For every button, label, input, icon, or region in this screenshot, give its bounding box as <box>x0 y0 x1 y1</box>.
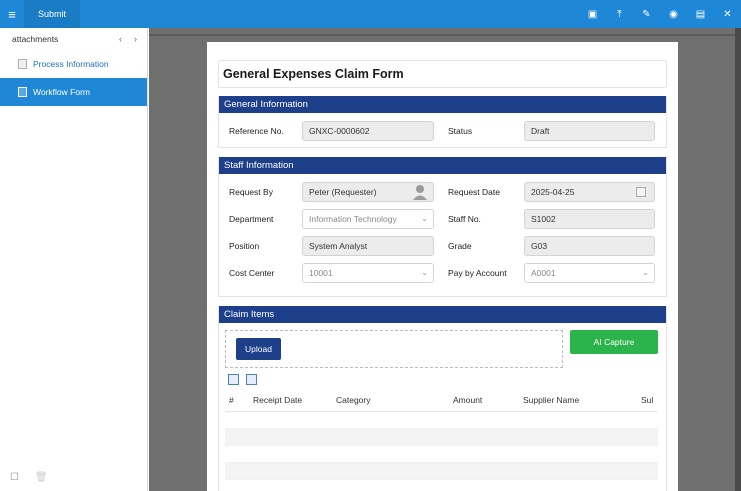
column-header: Supplier Name <box>523 394 580 405</box>
person-icon[interactable] <box>413 184 427 200</box>
document-viewer: General Expenses Claim Form General Info… <box>149 28 741 491</box>
form-title: General Expenses Claim Form <box>223 67 404 81</box>
section-heading: General Information <box>219 96 666 113</box>
column-header: Receipt Date <box>253 394 303 405</box>
sidebar-title: attachments <box>12 34 59 44</box>
form-page: General Expenses Claim Form General Info… <box>207 42 678 491</box>
pay-by-account-value: A0001 <box>531 268 556 278</box>
viewer-scrollbar[interactable] <box>735 28 741 491</box>
position-field: System Analyst <box>302 236 434 256</box>
column-header: Category <box>336 394 371 405</box>
request-date-value: 2025-04-25 <box>531 187 575 197</box>
maximize-icon[interactable]: ▣ <box>579 0 606 28</box>
status-row: Status <box>448 121 472 141</box>
submit-button[interactable]: Submit <box>24 0 81 28</box>
sidebar-item-process-information[interactable]: Process Information <box>0 50 147 78</box>
column-header: Sul <box>641 394 654 405</box>
close-icon[interactable]: ✕ <box>714 0 741 28</box>
staff-no-field: S1002 <box>524 209 655 229</box>
status-label: Status <box>448 126 473 136</box>
table-row[interactable] <box>225 446 658 463</box>
chevron-left-icon[interactable]: ‹ <box>119 34 122 44</box>
table-tools <box>228 374 257 385</box>
grade-field: G03 <box>524 236 655 256</box>
chevron-down-icon: ⌄ <box>421 268 428 277</box>
sidebar: attachments ‹ › Process Information Work… <box>0 28 148 491</box>
pay-by-account-label: Pay by Account <box>448 268 507 278</box>
request-date-field[interactable]: 2025-04-25 <box>524 182 655 202</box>
import-icon[interactable] <box>228 374 239 385</box>
reference-label: Reference No. <box>229 126 284 136</box>
toolbar-actions: ▣ ⤒ ✎ ◉ ▤ ✕ <box>579 0 741 28</box>
export-icon[interactable]: ▤ <box>687 0 714 28</box>
trash-icon[interactable]: 🗑 <box>35 472 48 483</box>
pay-by-account-select[interactable]: A0001 ⌄ <box>524 263 655 283</box>
request-by-value: Peter (Requester) <box>309 187 377 197</box>
chevron-down-icon: ⌄ <box>642 268 649 277</box>
form-icon <box>18 87 27 97</box>
table-row[interactable] <box>225 480 658 491</box>
request-by-label: Request By <box>229 187 273 197</box>
upload-button[interactable]: Upload <box>236 338 281 360</box>
position-label: Position <box>229 241 260 251</box>
section-heading: Claim Items <box>219 306 666 323</box>
grade-label: Grade <box>448 241 472 251</box>
top-toolbar: ≡ Submit ▣ ⤒ ✎ ◉ ▤ ✕ <box>0 0 741 28</box>
general-information-section: General Information Reference No. GNXC-0… <box>218 96 667 148</box>
sidebar-footer: ☐ 🗑 <box>10 472 48 483</box>
hamburger-icon[interactable]: ≡ <box>0 0 24 28</box>
upload-dropzone[interactable]: Upload <box>225 330 563 368</box>
table-header: # Receipt Date Category Amount Supplier … <box>225 388 658 412</box>
staff-information-section: Staff Information Request By Peter (Requ… <box>218 157 667 297</box>
department-value: Information Technology <box>309 214 397 224</box>
department-label: Department <box>229 214 274 224</box>
staff-no-label: Staff No. <box>448 214 481 224</box>
calendar-icon[interactable] <box>636 187 646 197</box>
sidebar-item-workflow-form[interactable]: Workflow Form <box>0 78 147 106</box>
sidebar-item-label: Workflow Form <box>33 87 90 97</box>
claim-items-table: # Receipt Date Category Amount Supplier … <box>225 388 658 491</box>
reference-field: GNXC-0000602 <box>302 121 434 141</box>
ai-capture-button[interactable]: AI Capture <box>570 330 658 354</box>
request-date-label: Request Date <box>448 187 500 197</box>
table-icon[interactable] <box>246 374 257 385</box>
form-title-box: General Expenses Claim Form <box>218 60 667 88</box>
sidebar-header: attachments ‹ › <box>0 28 147 50</box>
cost-center-select[interactable]: 10001 ⌄ <box>302 263 434 283</box>
table-row[interactable] <box>225 429 658 446</box>
table-row[interactable] <box>225 463 658 480</box>
status-field: Draft <box>524 121 655 141</box>
document-icon <box>18 59 27 69</box>
column-header: # <box>229 394 234 405</box>
cost-center-value: 10001 <box>309 268 333 278</box>
sidebar-item-label: Process Information <box>33 59 109 69</box>
request-by-field[interactable]: Peter (Requester) <box>302 182 434 202</box>
pin-icon[interactable]: ⤒ <box>606 0 633 28</box>
checkbox-icon[interactable]: ☐ <box>10 472 19 483</box>
viewer-divider <box>149 34 735 36</box>
table-row[interactable] <box>225 412 658 429</box>
chevron-right-icon[interactable]: › <box>134 34 137 44</box>
chevron-down-icon: ⌄ <box>421 214 428 223</box>
reference-row: Reference No. <box>229 121 284 141</box>
column-header: Amount <box>453 394 483 405</box>
department-select[interactable]: Information Technology ⌄ <box>302 209 434 229</box>
cost-center-label: Cost Center <box>229 268 275 278</box>
section-heading: Staff Information <box>219 157 666 174</box>
eye-icon[interactable]: ◉ <box>660 0 687 28</box>
claim-items-section: Claim Items Upload AI Capture # Receipt … <box>218 306 667 491</box>
attachment-icon[interactable]: ✎ <box>633 0 660 28</box>
